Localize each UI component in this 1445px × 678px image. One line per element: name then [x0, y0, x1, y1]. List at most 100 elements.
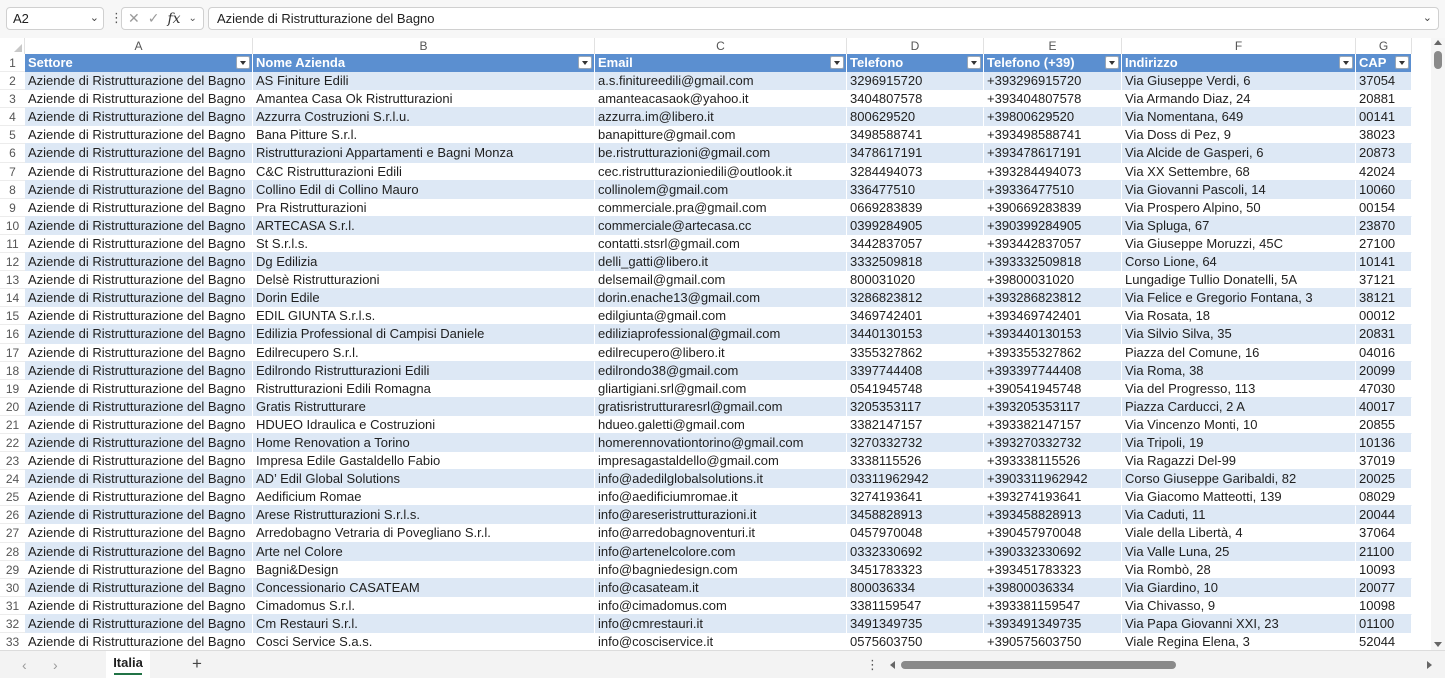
cell-a[interactable]: Aziende di Ristrutturazione del Bagno — [25, 470, 253, 489]
cell-c[interactable]: info@cmrestauri.it — [595, 614, 847, 633]
prev-sheet-icon[interactable]: ‹ — [22, 657, 27, 673]
row-number[interactable]: 32 — [0, 614, 25, 633]
cell-a[interactable]: Aziende di Ristrutturazione del Bagno — [25, 234, 253, 254]
cell-g[interactable]: 20881 — [1356, 90, 1412, 109]
cell-f[interactable]: Corso Giuseppe Garibaldi, 82 — [1122, 470, 1356, 489]
cell-c[interactable]: info@aedificiumromae.it — [595, 488, 847, 507]
header-cell[interactable]: Settore — [25, 54, 253, 73]
cell-c[interactable]: edilrecupero@libero.it — [595, 343, 847, 362]
cell-c[interactable]: homerennovationtorino@gmail.com — [595, 433, 847, 453]
cell-e[interactable]: +393205353117 — [984, 397, 1122, 416]
scroll-right-icon[interactable] — [1427, 661, 1432, 669]
row-number[interactable]: 4 — [0, 108, 25, 127]
cell-a[interactable]: Aziende di Ristrutturazione del Bagno — [25, 325, 253, 344]
cell-b[interactable]: Edilizia Professional di Campisi Daniele — [253, 325, 595, 344]
cell-c[interactable]: azzurra.im@libero.it — [595, 108, 847, 127]
cell-g[interactable]: 00012 — [1356, 307, 1412, 326]
row-number[interactable]: 20 — [0, 397, 25, 416]
cell-e[interactable]: +390457970048 — [984, 524, 1122, 543]
cell-c[interactable]: a.s.finitureedili@gmail.com — [595, 72, 847, 91]
cell-b[interactable]: Arese Ristrutturazioni S.r.l.s. — [253, 506, 595, 525]
cell-a[interactable]: Aziende di Ristrutturazione del Bagno — [25, 162, 253, 181]
cell-e[interactable]: +390575603750 — [984, 633, 1122, 650]
row-number[interactable]: 30 — [0, 578, 25, 597]
cell-g[interactable]: 01100 — [1356, 614, 1412, 633]
cell-a[interactable]: Aziende di Ristrutturazione del Bagno — [25, 379, 253, 398]
cell-f[interactable]: Lungadige Tullio Donatelli, 5A — [1122, 271, 1356, 290]
cell-c[interactable]: commerciale.pra@gmail.com — [595, 198, 847, 217]
cell-e[interactable]: +39336477510 — [984, 180, 1122, 199]
cell-g[interactable]: 21100 — [1356, 542, 1412, 561]
cell-d[interactable]: 800036334 — [847, 578, 984, 597]
cell-c[interactable]: info@artenelcolore.com — [595, 542, 847, 561]
vertical-scroll-thumb[interactable] — [1434, 51, 1442, 69]
row-number[interactable]: 19 — [0, 379, 25, 398]
cell-b[interactable]: AS Finiture Edili — [253, 72, 595, 91]
cell-a[interactable]: Aziende di Ristrutturazione del Bagno — [25, 506, 253, 525]
cell-a[interactable]: Aziende di Ristrutturazione del Bagno — [25, 180, 253, 199]
header-cell[interactable]: CAP — [1356, 54, 1412, 73]
filter-dropdown-icon[interactable] — [1395, 56, 1409, 69]
cell-b[interactable]: Delsè Ristrutturazioni — [253, 271, 595, 290]
cell-f[interactable]: Via XX Settembre, 68 — [1122, 162, 1356, 181]
cell-g[interactable]: 10098 — [1356, 596, 1412, 615]
horizontal-scroll-thumb[interactable] — [901, 661, 1176, 669]
cell-g[interactable]: 38023 — [1356, 126, 1412, 145]
row-number[interactable]: 16 — [0, 325, 25, 344]
row-number[interactable]: 5 — [0, 126, 25, 145]
cell-g[interactable]: 08029 — [1356, 488, 1412, 507]
cell-b[interactable]: Gratis Ristrutturare — [253, 397, 595, 416]
column-header-b[interactable]: B — [253, 38, 595, 54]
cell-g[interactable]: 52044 — [1356, 633, 1412, 650]
cell-a[interactable]: Aziende di Ristrutturazione del Bagno — [25, 343, 253, 362]
cell-c[interactable]: gratisristrutturaresrl@gmail.com — [595, 397, 847, 416]
cell-g[interactable]: 40017 — [1356, 397, 1412, 416]
cell-e[interactable]: +39800629520 — [984, 108, 1122, 127]
header-cell[interactable]: Telefono (+39) — [984, 54, 1122, 73]
cell-a[interactable]: Aziende di Ristrutturazione del Bagno — [25, 614, 253, 633]
cell-b[interactable]: Cosci Service S.a.s. — [253, 633, 595, 650]
column-header-e[interactable]: E — [984, 38, 1122, 54]
column-header-d[interactable]: D — [847, 38, 984, 54]
cell-g[interactable]: 10136 — [1356, 433, 1412, 453]
cell-f[interactable]: Via del Progresso, 113 — [1122, 379, 1356, 398]
cell-a[interactable]: Aziende di Ristrutturazione del Bagno — [25, 108, 253, 127]
cell-g[interactable]: 37064 — [1356, 524, 1412, 543]
scroll-left-icon[interactable] — [890, 661, 895, 669]
row-number[interactable]: 31 — [0, 596, 25, 615]
cell-d[interactable]: 3296915720 — [847, 72, 984, 91]
cell-e[interactable]: +393469742401 — [984, 307, 1122, 326]
more-sheets-icon[interactable]: ⋮ — [866, 657, 879, 673]
cell-d[interactable]: 3270332732 — [847, 433, 984, 453]
cell-c[interactable]: delli_gatti@libero.it — [595, 253, 847, 272]
cell-b[interactable]: ARTECASA S.r.l. — [253, 216, 595, 235]
row-number[interactable]: 18 — [0, 361, 25, 380]
cell-b[interactable]: Dg Edilizia — [253, 253, 595, 272]
cell-e[interactable]: +393274193641 — [984, 488, 1122, 507]
row-number[interactable]: 24 — [0, 470, 25, 489]
row-number[interactable]: 12 — [0, 253, 25, 272]
cell-f[interactable]: Piazza del Comune, 16 — [1122, 343, 1356, 362]
cell-c[interactable]: commerciale@artecasa.cc — [595, 216, 847, 235]
cell-f[interactable]: Via Giacomo Matteotti, 139 — [1122, 488, 1356, 507]
cell-f[interactable]: Via Spluga, 67 — [1122, 216, 1356, 235]
formula-input[interactable]: Aziende di Ristrutturazione del Bagno ⌄ — [208, 7, 1439, 30]
cell-b[interactable]: Collino Edil di Collino Mauro — [253, 180, 595, 199]
cell-d[interactable]: 3284494073 — [847, 162, 984, 181]
cell-g[interactable]: 00154 — [1356, 198, 1412, 217]
filter-dropdown-icon[interactable] — [1105, 56, 1119, 69]
cell-a[interactable]: Aziende di Ristrutturazione del Bagno — [25, 198, 253, 217]
cell-f[interactable]: Via Caduti, 11 — [1122, 506, 1356, 525]
cell-g[interactable]: 37054 — [1356, 72, 1412, 91]
cell-c[interactable]: ediliziaprofessional@gmail.com — [595, 325, 847, 344]
cell-g[interactable]: 42024 — [1356, 162, 1412, 181]
cell-e[interactable]: +390669283839 — [984, 198, 1122, 217]
name-box[interactable]: A2 ⌄ — [6, 7, 104, 30]
cell-a[interactable]: Aziende di Ristrutturazione del Bagno — [25, 397, 253, 416]
cell-e[interactable]: +39800031020 — [984, 271, 1122, 290]
cell-d[interactable]: 3469742401 — [847, 307, 984, 326]
cell-a[interactable]: Aziende di Ristrutturazione del Bagno — [25, 560, 253, 579]
cell-e[interactable]: +390541945748 — [984, 379, 1122, 398]
cell-e[interactable]: +393286823812 — [984, 289, 1122, 308]
cell-f[interactable]: Via Armando Diaz, 24 — [1122, 90, 1356, 109]
